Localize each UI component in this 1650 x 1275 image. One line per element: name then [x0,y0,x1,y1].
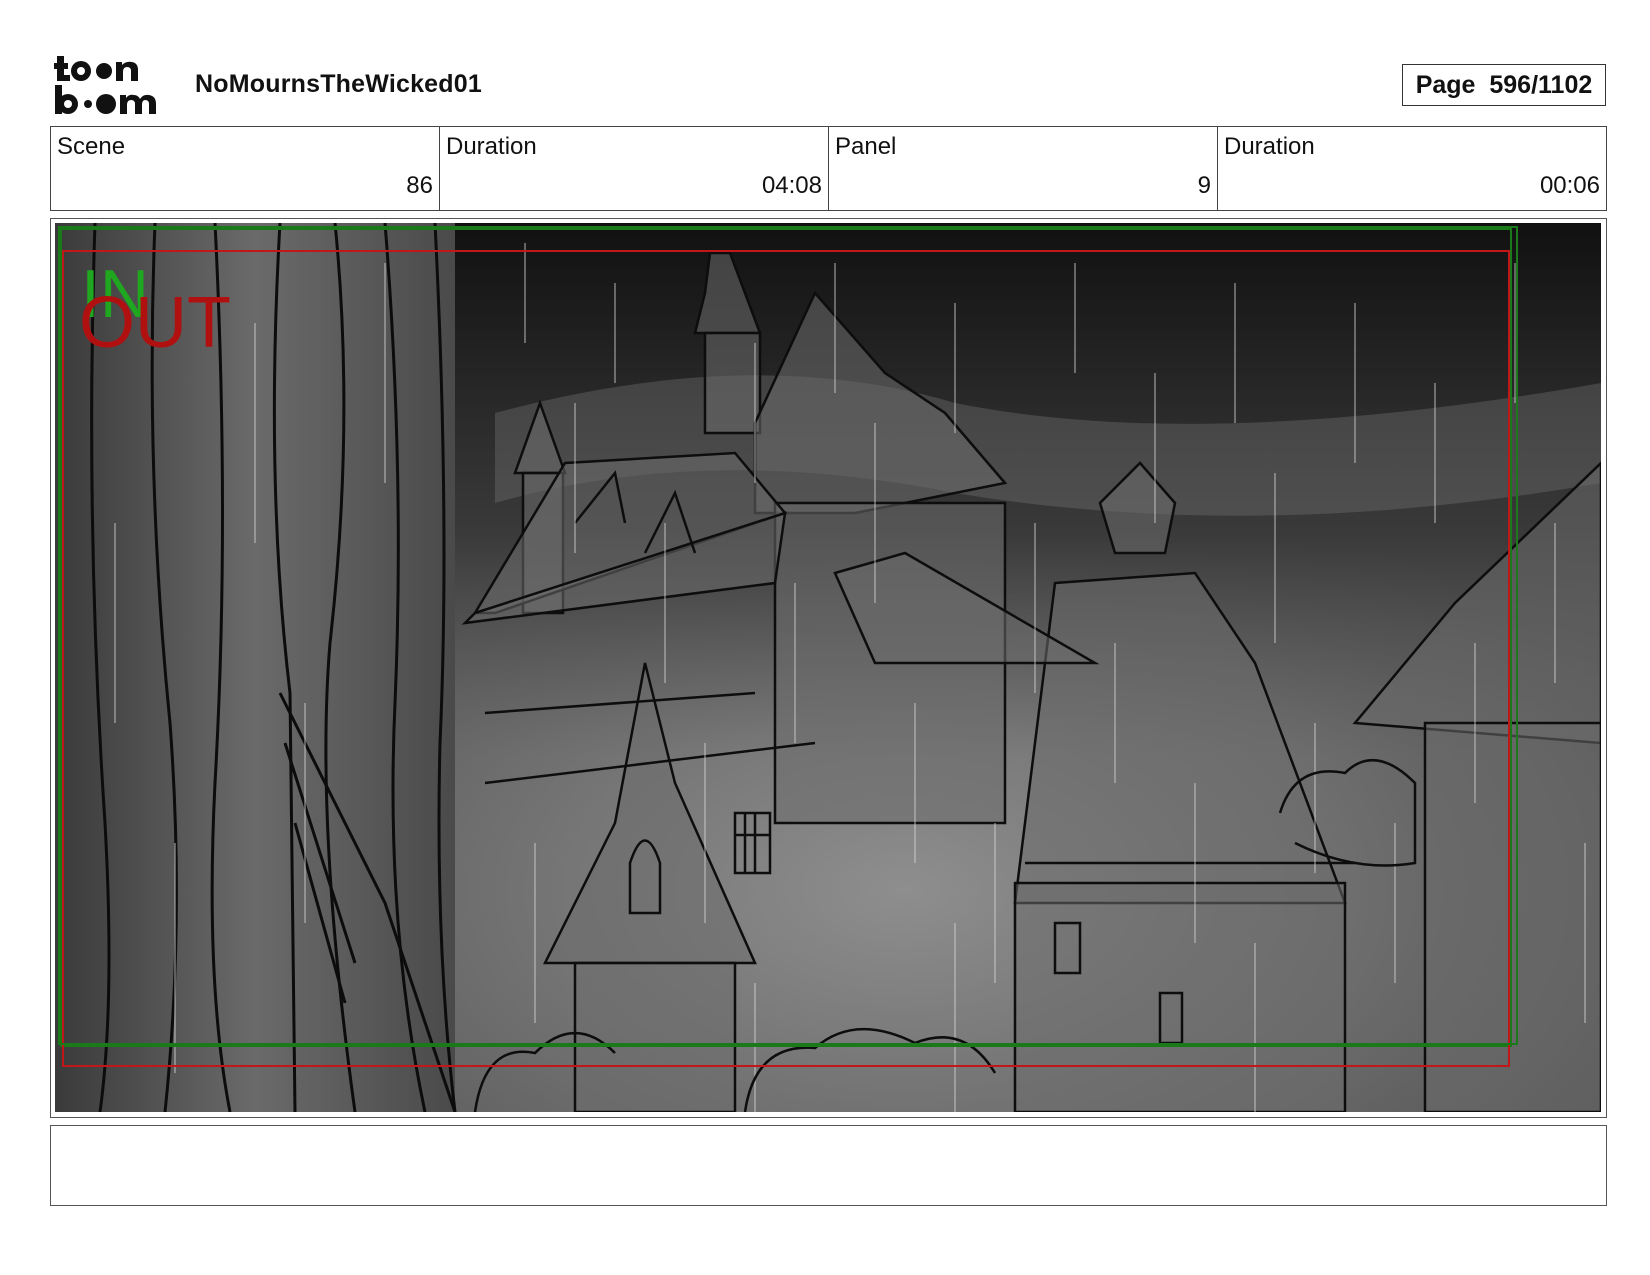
panel-notes-box [50,1125,1607,1206]
page-number: 596/1102 [1489,71,1593,99]
panel-duration-value: 00:06 [1539,172,1600,199]
panel-duration-cell: Duration 00:06 [1218,127,1606,210]
panel-cell: Panel 9 [829,127,1218,210]
scene-duration-value: 04:08 [761,172,822,199]
project-title: NoMournsTheWicked01 [195,70,482,98]
scene-info-table: Scene 86 Duration 04:08 Panel 9 Duration… [50,126,1607,211]
panel-value: 9 [1197,172,1211,199]
scene-label: Scene [57,133,126,160]
storyboard-panel: IN OUT [50,218,1607,1118]
scene-duration-cell: Duration 04:08 [440,127,829,210]
page-indicator: Page 596/1102 [1402,64,1606,106]
page-label: Page [1415,71,1476,99]
panel-sketch-image: IN OUT [55,223,1601,1112]
scene-value: 86 [406,172,433,199]
scene-duration-label: Duration [446,133,537,160]
panel-duration-label: Duration [1224,133,1315,160]
out-marker: OUT [79,283,231,363]
toonboom-logo: toon [54,56,156,114]
scene-cell: Scene 86 [51,127,440,210]
panel-label: Panel [835,133,897,160]
